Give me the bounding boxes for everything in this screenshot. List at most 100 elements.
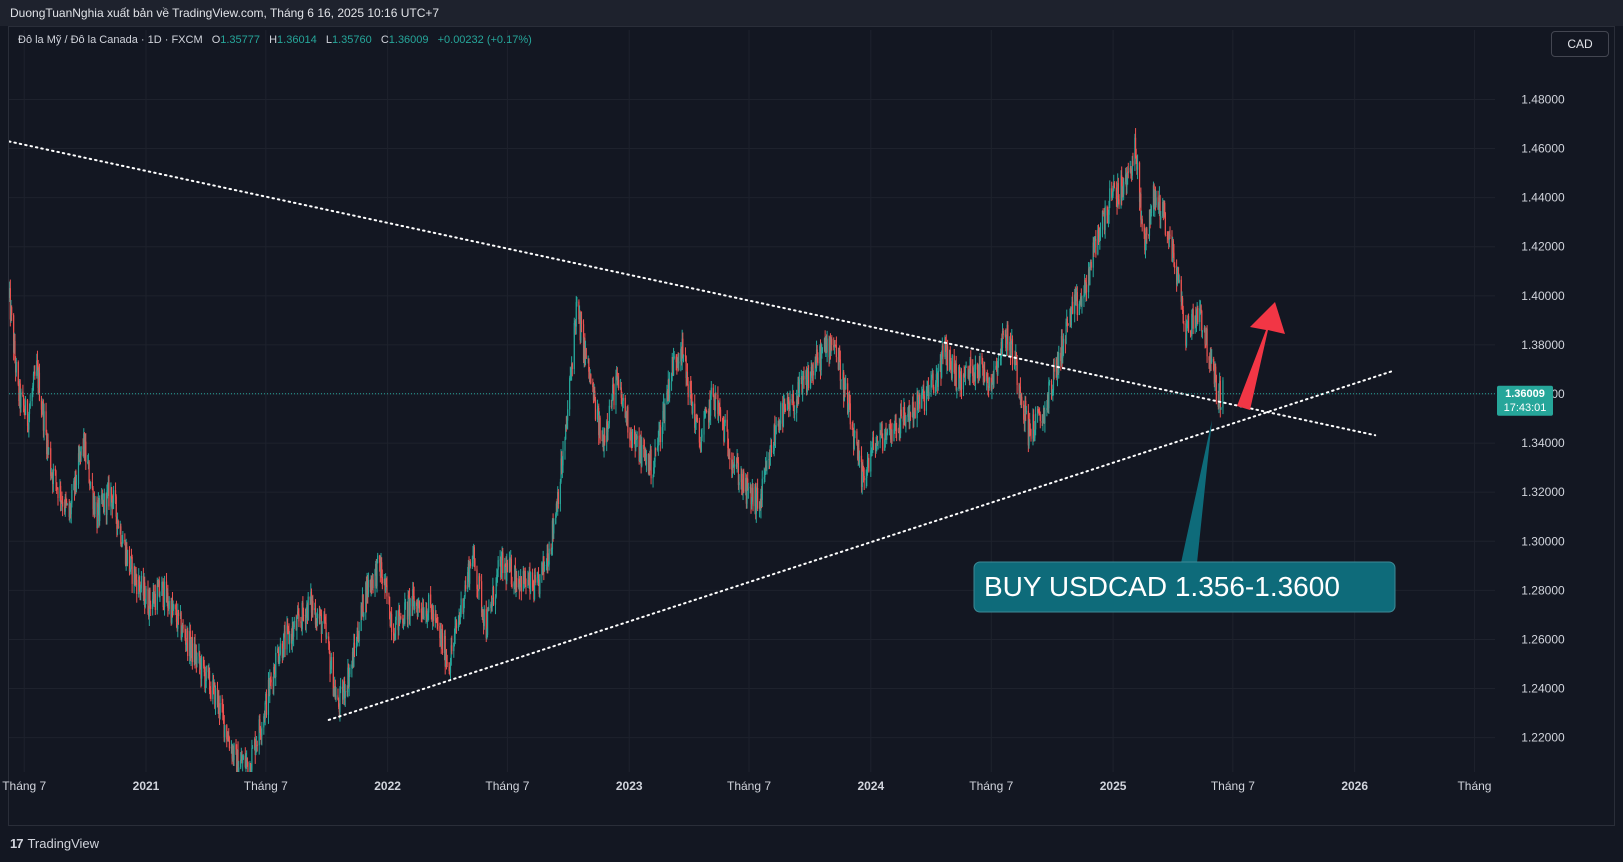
candle-body (1090, 261, 1092, 268)
x-tick-label: 2025 (1100, 779, 1127, 793)
candle-body (1011, 338, 1014, 365)
candle-body (553, 523, 555, 534)
candle-body (997, 359, 1000, 361)
candle-body (483, 609, 485, 627)
candle-body (441, 633, 444, 653)
candle-body (261, 727, 263, 736)
candle-body (1164, 213, 1166, 235)
candle-body (1030, 429, 1032, 439)
currency-button[interactable]: CAD (1551, 31, 1609, 57)
candle-body (956, 388, 958, 390)
candle-body (914, 408, 916, 419)
candle-body (780, 403, 782, 424)
candle-body (673, 356, 675, 358)
candle-body (1048, 381, 1051, 383)
candle-body (446, 662, 448, 664)
tradingview-logo-icon: 17 (10, 836, 24, 851)
candle-body (1132, 161, 1134, 165)
candle-body (488, 608, 490, 611)
x-tick-label: 2023 (616, 779, 643, 793)
candle-body (395, 610, 397, 621)
candle-body (460, 598, 462, 615)
candle-body (599, 417, 601, 440)
candle-body (296, 618, 298, 631)
candle-body (1222, 380, 1224, 408)
candle-body (964, 367, 967, 376)
candle-body (233, 744, 235, 761)
candle-body (1099, 229, 1102, 237)
candle-body (1192, 309, 1194, 329)
candle-body (191, 637, 193, 662)
candle-body (1204, 327, 1206, 344)
candle-body (655, 448, 657, 451)
candle-body (520, 576, 522, 592)
candle-body (1021, 396, 1023, 405)
candle-body (242, 759, 244, 764)
candle-body (1048, 381, 1050, 409)
candle-body (449, 664, 452, 673)
candle-body (1002, 330, 1004, 335)
x-tick-label: 2026 (1341, 779, 1368, 793)
candle-body (905, 416, 907, 423)
candle-body (564, 439, 566, 451)
candle-body (784, 408, 787, 411)
candle-body (455, 623, 458, 629)
candle-body (682, 338, 684, 356)
candle-body (1044, 410, 1046, 424)
price-chart[interactable]: 1.48000 1.46000 1.44000 1.42000 1.40000 1.380… (0, 0, 1623, 826)
y-tick-label: 1.42000 (1521, 240, 1565, 254)
trendline-rising-support (327, 369, 1395, 721)
candle-body (539, 574, 541, 594)
candle-body (692, 403, 694, 414)
candle-body (293, 620, 295, 628)
candle-body (150, 604, 152, 609)
candle-body (502, 552, 504, 573)
candle-body (622, 397, 624, 401)
candle-body (594, 400, 597, 420)
x-tick-label: Tháng 7 (2, 779, 46, 793)
candle-body (71, 490, 73, 504)
candle-body (302, 614, 305, 616)
candle-body (432, 609, 434, 621)
candle-body (993, 369, 995, 385)
candle-body (946, 346, 949, 371)
candle-body (251, 748, 253, 770)
candle-body (1062, 338, 1065, 356)
tradingview-brand[interactable]: 17 TradingView (10, 836, 99, 851)
candle-body (1160, 216, 1162, 220)
candle-body (919, 394, 921, 409)
last-price-value: 1.36009 (1505, 388, 1545, 400)
candle-body (404, 601, 407, 603)
candle-body (168, 600, 170, 610)
candle-body (567, 409, 569, 421)
low-value: 1.35760 (331, 34, 372, 46)
candle-body (1187, 316, 1190, 332)
candle-body (228, 741, 231, 749)
candle-body (1072, 301, 1074, 314)
candle-body (1123, 181, 1125, 195)
candle-body (774, 433, 777, 441)
candle-body (363, 613, 365, 617)
candle-body (1220, 407, 1222, 409)
candle-body (162, 581, 164, 607)
candle-body (377, 555, 379, 560)
candle-body (24, 400, 27, 416)
candle-body (154, 593, 156, 611)
candle-body (335, 695, 337, 700)
candle-body (386, 585, 388, 597)
candle-body (128, 549, 131, 572)
candle-body (1095, 239, 1097, 255)
candle-body (863, 476, 865, 481)
candle-body (636, 435, 638, 439)
candle-body (1118, 199, 1120, 205)
candle-body (1211, 358, 1213, 362)
candle-body (1007, 324, 1009, 351)
candle-body (1039, 414, 1041, 421)
y-tick-label: 1.32000 (1521, 485, 1565, 499)
candle-body (738, 482, 740, 486)
trendline-falling-resistance (9, 140, 1377, 437)
candle-body (1155, 197, 1157, 206)
candle-body (965, 366, 967, 368)
candle-body (1150, 207, 1153, 214)
candle-body (559, 481, 561, 504)
